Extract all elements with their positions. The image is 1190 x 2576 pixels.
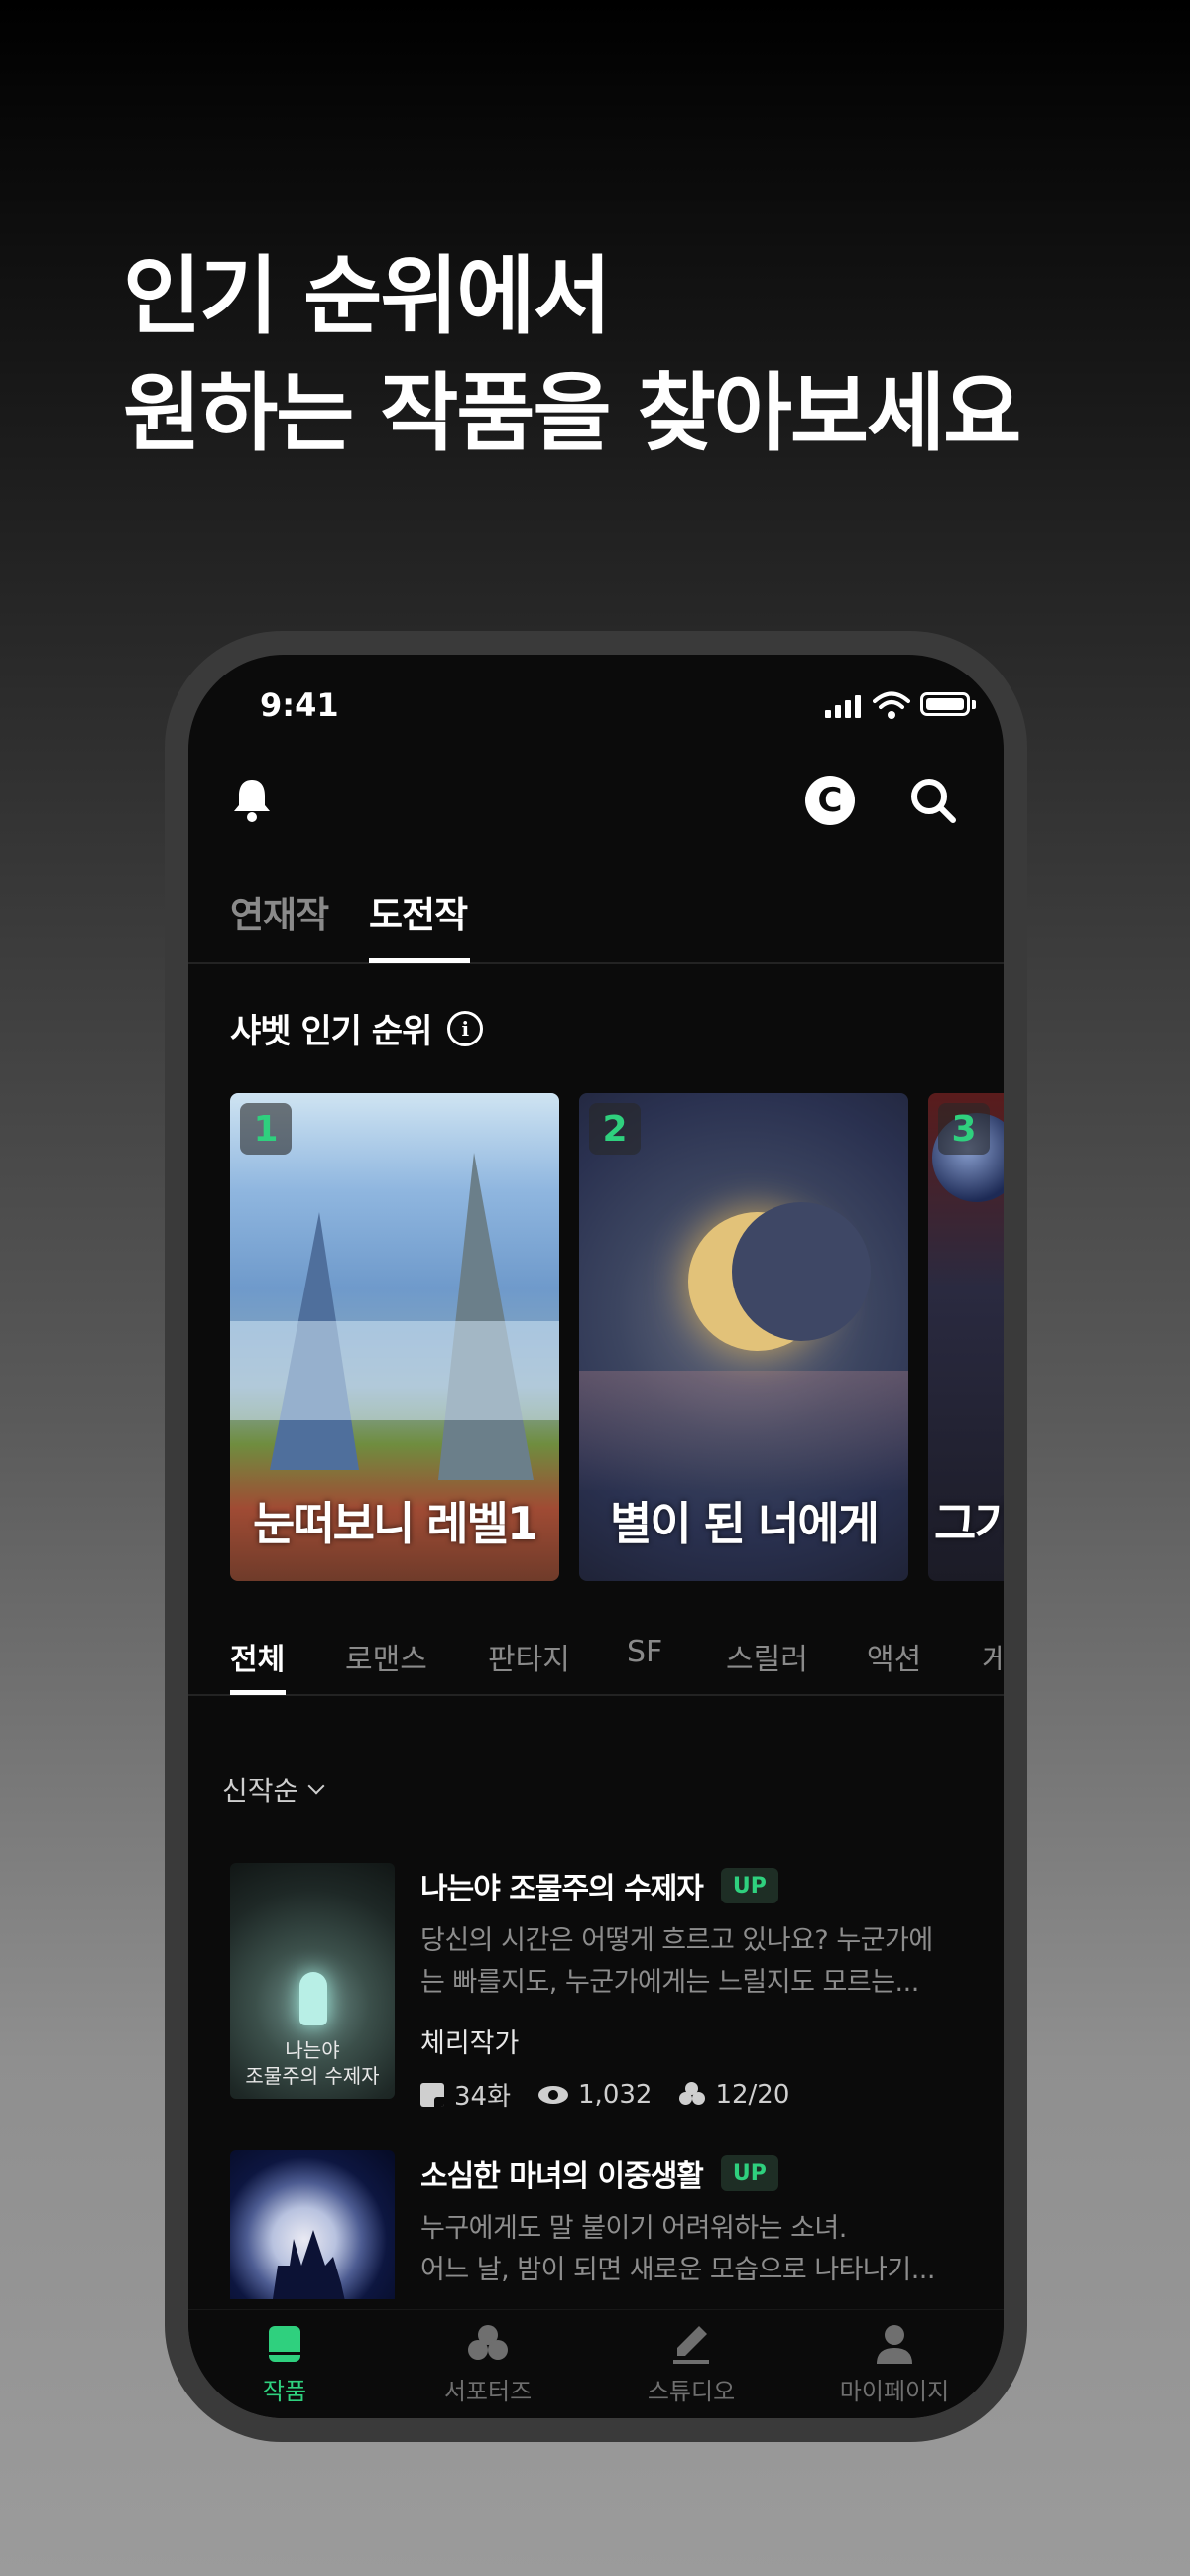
top-bar: C [188, 766, 1004, 845]
work-info: 소심한 마녀의 이중생활 UP 누구에게도 말 붙이기 어려워하는 소녀. 어느… [420, 2150, 984, 2291]
cover-art-figure [299, 1972, 327, 2025]
rank-title: 별이 된 너에게 [610, 1497, 880, 1550]
thumbnail-title-line-2: 조물주의 수제자 [245, 2064, 380, 2088]
c-coin-icon[interactable]: C [805, 776, 855, 825]
pen-icon [673, 2326, 709, 2364]
work-author: 체리작가 [420, 2028, 520, 2059]
status-bar: 9:41 [188, 655, 1004, 764]
club-icon [468, 2325, 508, 2360]
nav-mypage[interactable]: 마이페이지 [815, 2322, 974, 2406]
chevron-down-icon [307, 1778, 325, 1795]
thumbnail-title: 나는야 조물주의 수제자 [230, 2037, 395, 2089]
genre-tab-action[interactable]: 액션 [867, 1635, 921, 1678]
up-badge: UP [720, 1868, 778, 1903]
ranking-card-3[interactable]: 3 그기 [928, 1093, 1004, 1581]
genre-tab-romance[interactable]: 로맨스 [345, 1635, 427, 1678]
nav-label: 서포터즈 [443, 2378, 533, 2405]
bottom-navigation: 작품 서포터즈 스튜디오 마이페이지 [188, 2309, 1004, 2418]
work-description: 당신의 시간은 어떻게 흐르고 있나요? 누군가에 는 빠를지도, 누군가에게는… [420, 1920, 984, 2004]
genre-tab-sf[interactable]: SF [627, 1635, 662, 1669]
thumbnail-title-line-1: 나는야 [285, 2038, 340, 2062]
work-title: 소심한 마녀의 이중생활 [420, 2159, 704, 2194]
battery-icon [920, 692, 970, 716]
work-thumbnail: 나는야 조물주의 수제자 [230, 1863, 395, 2099]
nav-works[interactable]: 작품 [205, 2322, 364, 2406]
ranking-title: 샤벳 인기 순위 [230, 1012, 432, 1051]
genre-tab-fantasy[interactable]: 판타지 [488, 1635, 570, 1678]
search-icon[interactable] [906, 774, 960, 827]
supporter-icon [679, 2081, 706, 2108]
tab-challenge[interactable]: 도전작 [369, 885, 468, 938]
work-stats: 34화 1,032 12/20 [420, 2076, 984, 2113]
sort-label: 신작순 [222, 1775, 299, 1807]
content-tabs: 연재작 도전작 [188, 865, 1004, 964]
work-thumbnail [230, 2150, 395, 2299]
work-info: 나는야 조물주의 수제자 UP 당신의 시간은 어떻게 흐르고 있나요? 누군가… [420, 1863, 984, 2113]
genre-active-indicator [230, 1690, 286, 1695]
rank-title: 눈떠보니 레벨1 [253, 1497, 538, 1550]
ranking-card-2[interactable]: 2 별이 된 너에게 [579, 1093, 908, 1581]
ranking-header: 샤벳 인기 순위 i [230, 1004, 484, 1052]
rank-title: 그기 [934, 1497, 1004, 1550]
tab-active-indicator [369, 958, 470, 963]
info-icon[interactable]: i [447, 1010, 484, 1046]
work-description-line-1: 누구에게도 말 붙이기 어려워하는 소녀. [420, 2213, 847, 2244]
promo-headline: 인기 순위에서 원하는 작품을 찾아보세요 [123, 238, 1021, 472]
genre-tab-thriller[interactable]: 스릴러 [726, 1635, 808, 1678]
ranking-carousel: 1 눈떠보니 레벨1 2 별이 된 너에게 3 그기 [230, 1093, 1004, 1581]
genre-tab-more[interactable]: 게 [982, 1635, 1004, 1678]
nav-label: 작품 [262, 2378, 307, 2405]
cover-art-castle [270, 2230, 349, 2299]
signal-icon [825, 694, 861, 718]
cover-art-mountain [438, 1153, 534, 1480]
tab-serialized[interactable]: 연재작 [230, 885, 329, 938]
rank-number: 2 [589, 1103, 641, 1155]
phone-screen: 9:41 C 연재작 도전작 샤벳 인기 순위 i 1 눈떠보니 레벨1 2 별… [188, 655, 1004, 2418]
bell-icon[interactable] [230, 776, 274, 823]
cover-art-fog [230, 1321, 559, 1420]
person-icon [877, 2325, 912, 2364]
work-description-line-2: 어느 날, 밤이 되면 새로운 모습으로 나타나기... [420, 2255, 935, 2285]
headline-line-1: 인기 순위에서 [123, 247, 612, 346]
work-description-line-1: 당신의 시간은 어떻게 흐르고 있나요? 누군가에 [420, 1925, 933, 1956]
nav-label: 스튜디오 [647, 2378, 736, 2405]
nav-label: 마이페이지 [839, 2378, 950, 2405]
work-description-line-2: 는 빠를지도, 누군가에게는 느릴지도 모르는... [420, 1967, 919, 1998]
wifi-icon [873, 691, 910, 719]
cover-art-moon [688, 1202, 871, 1351]
nav-studio[interactable]: 스튜디오 [612, 2322, 771, 2406]
genre-tab-all[interactable]: 전체 [230, 1635, 285, 1678]
battery-tip [972, 700, 976, 709]
up-badge: UP [720, 2155, 778, 2191]
status-time: 9:41 [260, 686, 339, 724]
rank-number: 3 [938, 1103, 990, 1155]
episode-count: 34화 [454, 2082, 512, 2112]
headline-line-2: 원하는 작품을 찾아보세요 [123, 364, 1021, 463]
book-icon [269, 2326, 300, 2362]
sort-dropdown[interactable]: 신작순 [222, 1770, 325, 1809]
cover-art-cloud [579, 1371, 908, 1490]
rank-number: 1 [240, 1103, 292, 1155]
coin-letter: C [817, 781, 843, 820]
supporter-count: 12/20 [715, 2079, 790, 2110]
work-description: 누구에게도 말 붙이기 어려워하는 소녀. 어느 날, 밤이 되면 새로운 모습… [420, 2208, 984, 2291]
genre-tabs: 전체 로맨스 판타지 SF 스릴러 액션 게 [188, 1611, 1004, 1696]
work-title: 나는야 조물주의 수제자 [420, 1872, 704, 1906]
nav-supporters[interactable]: 서포터즈 [409, 2322, 567, 2406]
eye-icon [538, 2085, 569, 2104]
view-count: 1,032 [578, 2079, 653, 2110]
ranking-card-1[interactable]: 1 눈떠보니 레벨1 [230, 1093, 559, 1581]
episode-icon [420, 2082, 444, 2107]
